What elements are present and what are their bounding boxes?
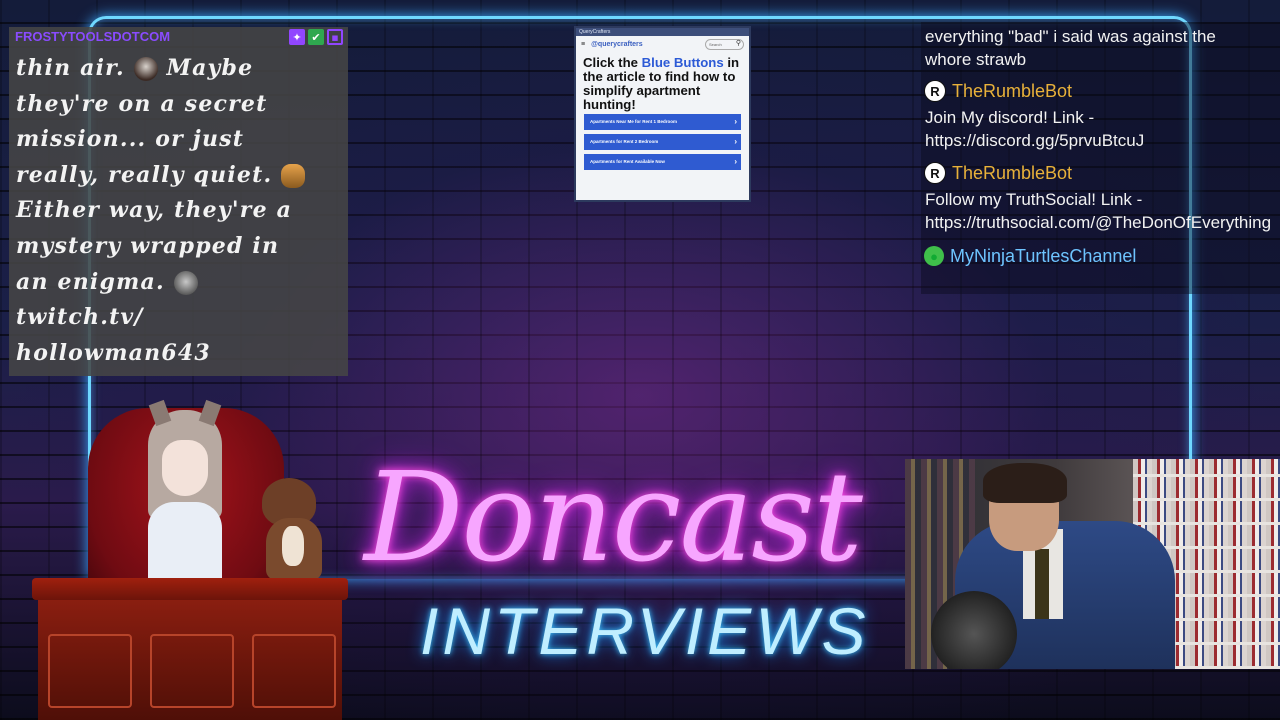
ad-search-input[interactable]: Search — [705, 38, 744, 50]
microphone-pop-filter — [931, 591, 1017, 669]
ad-headline-highlight: Blue Buttons — [641, 55, 724, 70]
chat-line-9: hollowman643 — [16, 339, 211, 366]
chat-message-text: Join My discord! Link - — [925, 108, 1095, 127]
verified-badge-icon: ✔ — [308, 29, 324, 45]
chat-username: MyNinjaTurtlesChannel — [950, 245, 1137, 266]
doncast-logo-title: Doncast — [364, 446, 863, 590]
chat-user-row: R TheRumbleBot — [924, 161, 1072, 185]
rumble-logo-icon: R — [924, 162, 946, 184]
chat-line-2: they're on a secret — [16, 90, 268, 117]
chat-line-6: mystery wrapped in — [16, 232, 280, 259]
desk-panel — [48, 634, 132, 708]
chat-line-3: mission... or just — [16, 126, 245, 153]
hamburger-menu-icon[interactable]: ≡ — [581, 41, 585, 48]
chat-line-4: really, really quiet. — [16, 161, 273, 188]
ad-topbar: ≡ @querycrafters Search — [576, 36, 749, 52]
chat-user-row: R TheRumbleBot — [924, 79, 1072, 103]
ad-headline: Click the Blue Buttons in the article to… — [576, 52, 749, 112]
webcam-feed — [905, 459, 1280, 669]
ad-logo[interactable]: @querycrafters — [591, 41, 643, 48]
chat-line-8: twitch.tv/ — [16, 304, 144, 331]
chat-line-1b: Maybe — [166, 55, 254, 81]
turtle-avatar-icon: ● — [924, 246, 944, 266]
desk-top — [32, 578, 348, 600]
prime-gaming-badge-icon: ✦ — [289, 29, 305, 45]
desk-panel — [252, 634, 336, 708]
chat-line-1: thin air. — [16, 55, 125, 81]
ad-button-2[interactable]: Apartments for Rent 2 Bedroom — [584, 134, 741, 150]
chat-username: TheRumbleBot — [952, 162, 1073, 183]
dog-emote-icon — [133, 57, 158, 81]
ad-button-1[interactable]: Apartments Near Me for Rent 1 Bedroom — [584, 114, 741, 130]
chat-user-row: ● MyNinjaTurtlesChannel — [924, 244, 1136, 268]
chat-message-text: everything "bad" i said was against the — [925, 27, 1216, 46]
cool-cat-emote-icon — [281, 163, 306, 188]
chat-message-text: whore strawb — [925, 50, 1027, 69]
chat-message-link[interactable]: https://discord.gg/5prvuBtcuJ — [925, 129, 1144, 152]
chat-message-text: Follow my TruthSocial! Link - — [925, 190, 1143, 209]
twitch-badge-icon: ▪ — [327, 29, 343, 45]
ad-panel[interactable]: QueryCrafters ≡ @querycrafters Search Cl… — [574, 26, 751, 202]
avatar-face — [162, 440, 208, 496]
rumble-logo-icon: R — [924, 80, 946, 102]
desk-panel — [150, 634, 234, 708]
chat-line-5: Either way, they're a — [16, 197, 293, 224]
right-chat-overlay: everything "bad" i said was against the … — [921, 22, 1280, 294]
dog-chest — [282, 526, 304, 566]
chat-username: FROSTYTOOLSDOTCOM — [15, 29, 171, 44]
chat-username: TheRumbleBot — [952, 80, 1073, 101]
vtuber-avatar — [140, 399, 230, 592]
ad-button-3[interactable]: Apartments for Rent Available Now — [584, 154, 741, 170]
chat-message: thin air. Maybe they're on a secret miss… — [16, 51, 344, 371]
person-hair — [983, 463, 1067, 503]
ad-headline-pre: Click the — [583, 55, 642, 70]
wooden-desk — [32, 578, 348, 720]
person-tie — [1035, 549, 1049, 619]
desk-front — [38, 600, 342, 720]
chat-header: FROSTYTOOLSDOTCOM ✦ ✔ ▪ — [15, 29, 345, 47]
ad-window-title: QueryCrafters — [576, 28, 749, 36]
chat-line-7: an enigma. — [16, 268, 165, 295]
left-chat-overlay: FROSTYTOOLSDOTCOM ✦ ✔ ▪ thin air. Maybe … — [9, 27, 348, 376]
dog-figure — [256, 478, 332, 582]
chat-message-link[interactable]: https://truthsocial.com/@TheDonOfEveryth… — [925, 211, 1271, 234]
doncast-logo-subtitle: INTERVIEWS — [420, 594, 870, 668]
badge-group: ✦ ✔ ▪ — [289, 29, 343, 45]
face-emote-icon — [173, 270, 198, 295]
